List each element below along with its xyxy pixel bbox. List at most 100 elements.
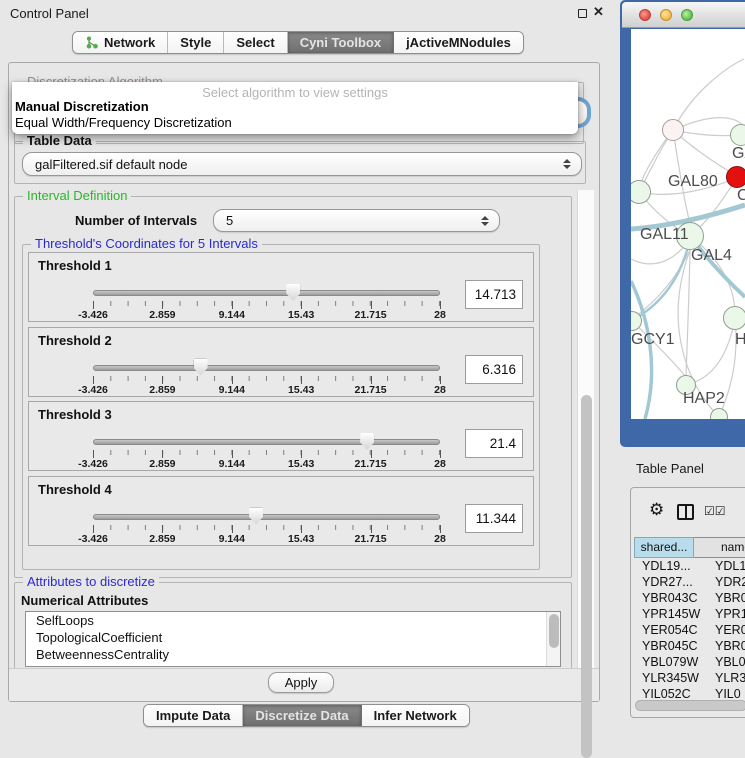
tab-network[interactable]: Network [73, 32, 168, 53]
major-tick [93, 450, 94, 458]
float-window-icon[interactable] [578, 9, 587, 18]
list-scrollbar[interactable] [546, 612, 560, 666]
column-header-shared[interactable]: shared... [634, 537, 694, 558]
algorithm-dropdown-popup: Select algorithm to view settings Manual… [12, 82, 578, 134]
slider-track[interactable] [93, 439, 440, 445]
zoom-traffic-light-icon[interactable] [681, 9, 693, 21]
tick-label: -3.426 [78, 309, 108, 321]
tick-label: -3.426 [78, 533, 108, 545]
option-equal-width-frequency[interactable]: Equal Width/Frequency Discretization [15, 115, 232, 130]
major-tick [93, 301, 94, 309]
major-tick [162, 450, 163, 458]
slider-thumb[interactable] [249, 508, 263, 525]
threshold-label: Threshold 2 [38, 333, 112, 348]
control-panel-titlebar: Control Panel ✕ [0, 0, 612, 26]
major-tick [162, 376, 163, 384]
table-row[interactable]: YIL052C YIL0 [634, 686, 745, 698]
threshold-label: Threshold 4 [38, 482, 112, 497]
group-title: Threshold's Coordinates for 5 Intervals [31, 236, 262, 251]
table-row[interactable]: YDR27... YDR2 [634, 574, 745, 590]
slider-thumb[interactable] [286, 284, 300, 301]
slider-track[interactable] [93, 290, 440, 296]
slider-minor-ticks [93, 450, 440, 456]
major-tick [440, 450, 441, 458]
major-tick [371, 525, 372, 533]
threshold-value-field[interactable]: 11.344 [465, 504, 523, 533]
table-data-combobox[interactable]: galFiltered.sif default node [22, 152, 582, 176]
tab-cyni-toolbox[interactable]: Cyni Toolbox [288, 32, 394, 53]
attributes-group: Attributes to discretize Numerical Attri… [14, 582, 572, 674]
table-row[interactable]: YLR345W YLR3 [634, 670, 745, 686]
tick-label: 9.144 [219, 458, 245, 470]
slider-track[interactable] [93, 365, 440, 371]
node-attribute-table[interactable]: shared... name YDL19... YDL1 YDR27... YD… [634, 537, 745, 698]
apply-button[interactable]: Apply [268, 672, 334, 693]
tick-label: 28 [434, 309, 446, 321]
tick-label: 21.715 [355, 309, 387, 321]
node-label: GAL11 [640, 226, 689, 244]
table-row[interactable]: YER054C YER0 [634, 622, 745, 638]
tab-jactivemnodules[interactable]: jActiveMNodules [394, 32, 523, 53]
threshold-slider[interactable]: -3.426 2.859 9.144 15.43 21.715 28 [93, 507, 440, 545]
table-row[interactable]: YBR045C YBR0 [634, 638, 745, 654]
checkbox-icons[interactable]: ☑☑ [704, 504, 726, 518]
major-tick [301, 301, 302, 309]
table-row[interactable]: YPR145W YPR1 [634, 606, 745, 622]
threshold-panel: Threshold 4 -3.426 2.859 9.144 15.43 21.… [28, 476, 534, 546]
list-item[interactable]: BetweennessCentrality [26, 646, 560, 663]
close-icon[interactable]: ✕ [593, 4, 604, 20]
major-tick [301, 450, 302, 458]
network-node-h[interactable] [723, 306, 745, 330]
panel-scrollbar[interactable] [577, 190, 594, 668]
slider-minor-ticks [93, 525, 440, 531]
tick-label: 2.859 [149, 533, 175, 545]
table-horizontal-scrollbar[interactable] [635, 700, 745, 711]
tick-label: 15.43 [288, 458, 314, 470]
tab-impute-data[interactable]: Impute Data [144, 705, 243, 726]
numerical-attributes-list[interactable]: SelfLoops TopologicalCoefficient Between… [25, 611, 561, 667]
cyni-mode-tabs: Impute Data Discretize Data Infer Networ… [143, 704, 470, 727]
tick-label: 21.715 [355, 533, 387, 545]
tab-style[interactable]: Style [168, 32, 224, 53]
table-row[interactable]: YBR043C YBR0 [634, 590, 745, 606]
network-node-right-edge[interactable] [730, 124, 745, 146]
network-window-titlebar [622, 2, 745, 28]
threshold-value-field[interactable]: 6.316 [465, 355, 523, 384]
network-canvas[interactable]: GAL80 GA C GAL11 GAL4 GCY1 H HAP2 [631, 29, 745, 419]
tab-infer-network[interactable]: Infer Network [362, 705, 469, 726]
gear-icon[interactable]: ⚙ [649, 500, 664, 520]
slider-minor-ticks [93, 376, 440, 382]
tab-select[interactable]: Select [224, 32, 287, 53]
network-node-gal80[interactable] [662, 119, 684, 141]
list-item[interactable]: SelfLoops [26, 612, 560, 629]
threshold-slider[interactable]: -3.426 2.859 9.144 15.43 21.715 28 [93, 358, 440, 396]
panel-scrollbar-thumb[interactable] [581, 395, 592, 758]
columns-icon[interactable] [677, 504, 694, 520]
major-tick [162, 301, 163, 309]
minimize-traffic-light-icon[interactable] [660, 9, 672, 21]
table-row[interactable]: YDL19... YDL1 [634, 558, 745, 574]
tick-label: 2.859 [149, 384, 175, 396]
network-node-selected-red[interactable] [726, 166, 745, 188]
network-icon [85, 36, 99, 49]
list-scrollbar-thumb[interactable] [549, 614, 559, 648]
option-manual-discretization[interactable]: Manual Discretization [15, 99, 149, 114]
node-label: C [737, 187, 745, 205]
slider-thumb[interactable] [360, 433, 374, 450]
threshold-slider[interactable]: -3.426 2.859 9.144 15.43 21.715 28 [93, 283, 440, 321]
threshold-value-field[interactable]: 14.713 [465, 280, 523, 309]
tick-label: 28 [434, 458, 446, 470]
number-of-intervals-value: 5 [226, 213, 233, 228]
network-node-bottom-edge[interactable] [710, 408, 728, 419]
slider-thumb[interactable] [194, 359, 208, 376]
number-of-intervals-combobox[interactable]: 5 [213, 209, 500, 232]
slider-track[interactable] [93, 514, 440, 520]
table-row[interactable]: YBL079W YBL0 [634, 654, 745, 670]
close-traffic-light-icon[interactable] [639, 9, 651, 21]
list-item[interactable]: TopologicalCoefficient [26, 629, 560, 646]
major-tick [232, 301, 233, 309]
threshold-slider[interactable]: -3.426 2.859 9.144 15.43 21.715 28 [93, 432, 440, 470]
threshold-value-field[interactable]: 21.4 [465, 429, 523, 458]
tab-discretize-data[interactable]: Discretize Data [243, 705, 361, 726]
column-header-name[interactable]: name [694, 537, 745, 558]
